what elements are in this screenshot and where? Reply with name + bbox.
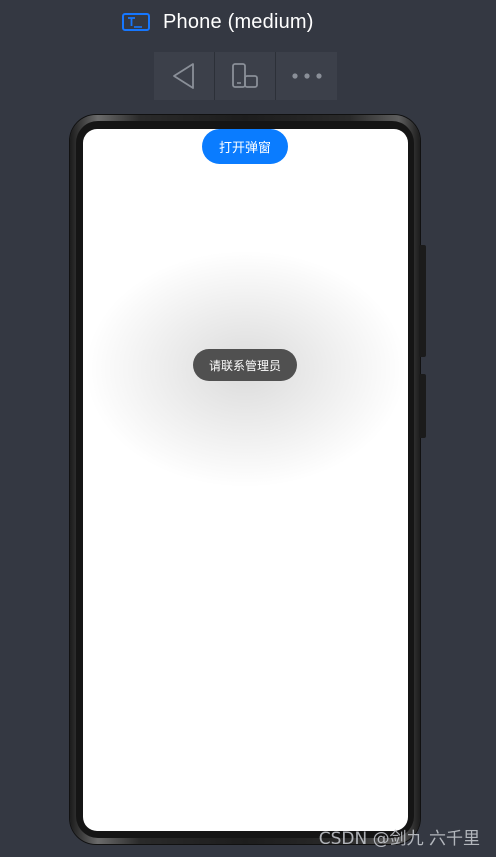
toast-message: 请联系管理员 <box>193 349 297 381</box>
phone-side-button-volume <box>419 374 426 438</box>
previewer-toolbar <box>154 52 337 100</box>
rotate-device-icon <box>232 63 258 88</box>
back-button[interactable] <box>154 52 215 100</box>
open-dialog-button[interactable]: 打开弹窗 <box>202 129 288 164</box>
phone-side-button-power <box>419 245 426 357</box>
rotate-device-button[interactable] <box>215 52 276 100</box>
back-triangle-icon <box>173 63 194 89</box>
device-title-row: Phone (medium) <box>122 8 314 36</box>
more-button[interactable] <box>276 52 337 100</box>
phone-screen: 打开弹窗 请联系管理员 <box>83 129 408 831</box>
more-dots-icon <box>291 73 322 79</box>
watermark: CSDN @剑九 六千里 <box>318 829 480 849</box>
previewer-stage: Phone (medium) 打开弹窗 请联系管理员 CSDN @剑九 六千里 <box>0 0 496 857</box>
device-title: Phone (medium) <box>163 10 314 33</box>
device-screen-icon <box>122 13 150 31</box>
